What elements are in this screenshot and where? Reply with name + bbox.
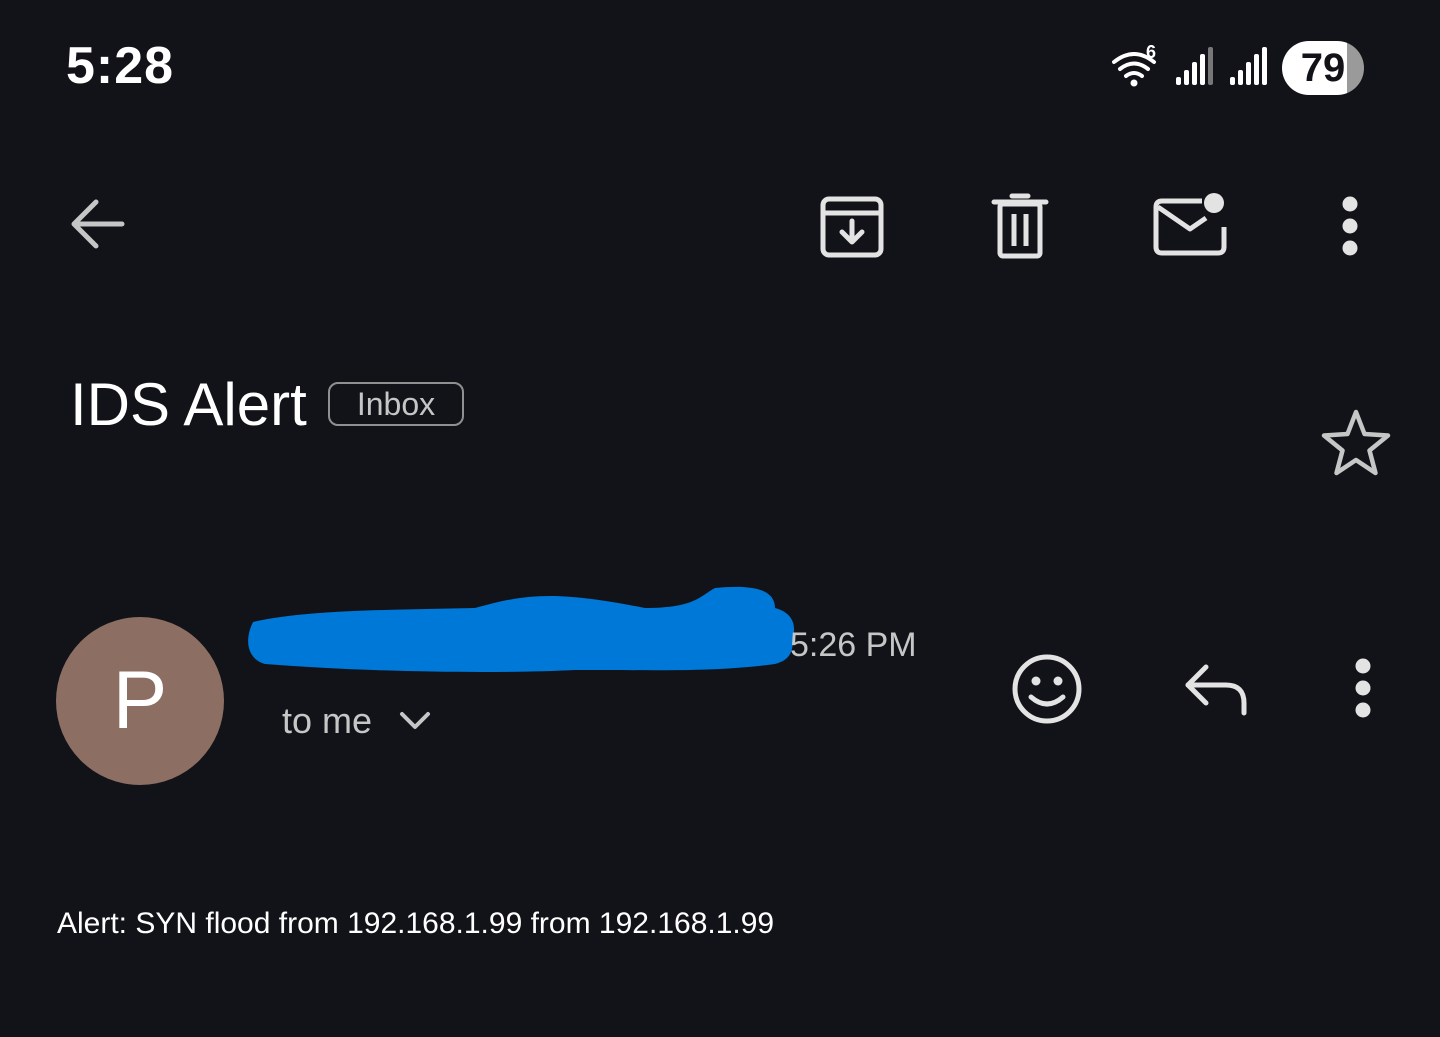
mark-unread-button[interactable] [1148, 184, 1232, 264]
redacted-sender [248, 586, 795, 672]
email-body: Alert: SYN flood from 192.168.1.99 from … [57, 907, 775, 940]
message-more-options-button[interactable] [1334, 652, 1392, 724]
sender-avatar[interactable]: P [56, 617, 224, 785]
delete-button[interactable] [982, 186, 1058, 266]
status-icons: 6 79 [1110, 40, 1364, 96]
email-time: 5:26 PM [790, 626, 917, 664]
archive-icon [820, 196, 884, 258]
status-time: 5:28 [66, 37, 175, 95]
avatar-initial: P [112, 655, 168, 746]
wifi-badge: 6 [1146, 42, 1157, 62]
star-button[interactable] [1316, 404, 1396, 480]
signal-icon [1174, 45, 1214, 92]
recipient-details-toggle[interactable]: to me [282, 700, 432, 742]
inbox-label-chip[interactable]: Inbox [328, 382, 464, 426]
recipient-text: to me [282, 700, 373, 741]
email-subject: IDS Alert [70, 371, 307, 438]
add-reaction-button[interactable] [1008, 650, 1086, 728]
back-button[interactable] [60, 188, 132, 260]
emoji-icon [1012, 654, 1082, 724]
arrow-back-icon [71, 199, 125, 249]
archive-button[interactable] [812, 186, 892, 266]
reply-icon [1185, 664, 1247, 716]
reply-button[interactable] [1178, 656, 1254, 722]
mark-unread-icon [1153, 193, 1227, 256]
chevron-down-icon [400, 712, 431, 729]
star-outline-icon [1321, 409, 1391, 476]
more-vert-icon [1355, 658, 1371, 718]
signal-icon-2 [1228, 45, 1268, 92]
more-options-button[interactable] [1320, 190, 1380, 262]
wifi-icon: 6 [1110, 42, 1160, 88]
trash-icon [991, 193, 1049, 259]
label-text: Inbox [356, 385, 436, 422]
more-vert-icon [1342, 196, 1358, 256]
battery-indicator: 79 [1282, 41, 1364, 95]
battery-level: 79 [1300, 45, 1346, 90]
